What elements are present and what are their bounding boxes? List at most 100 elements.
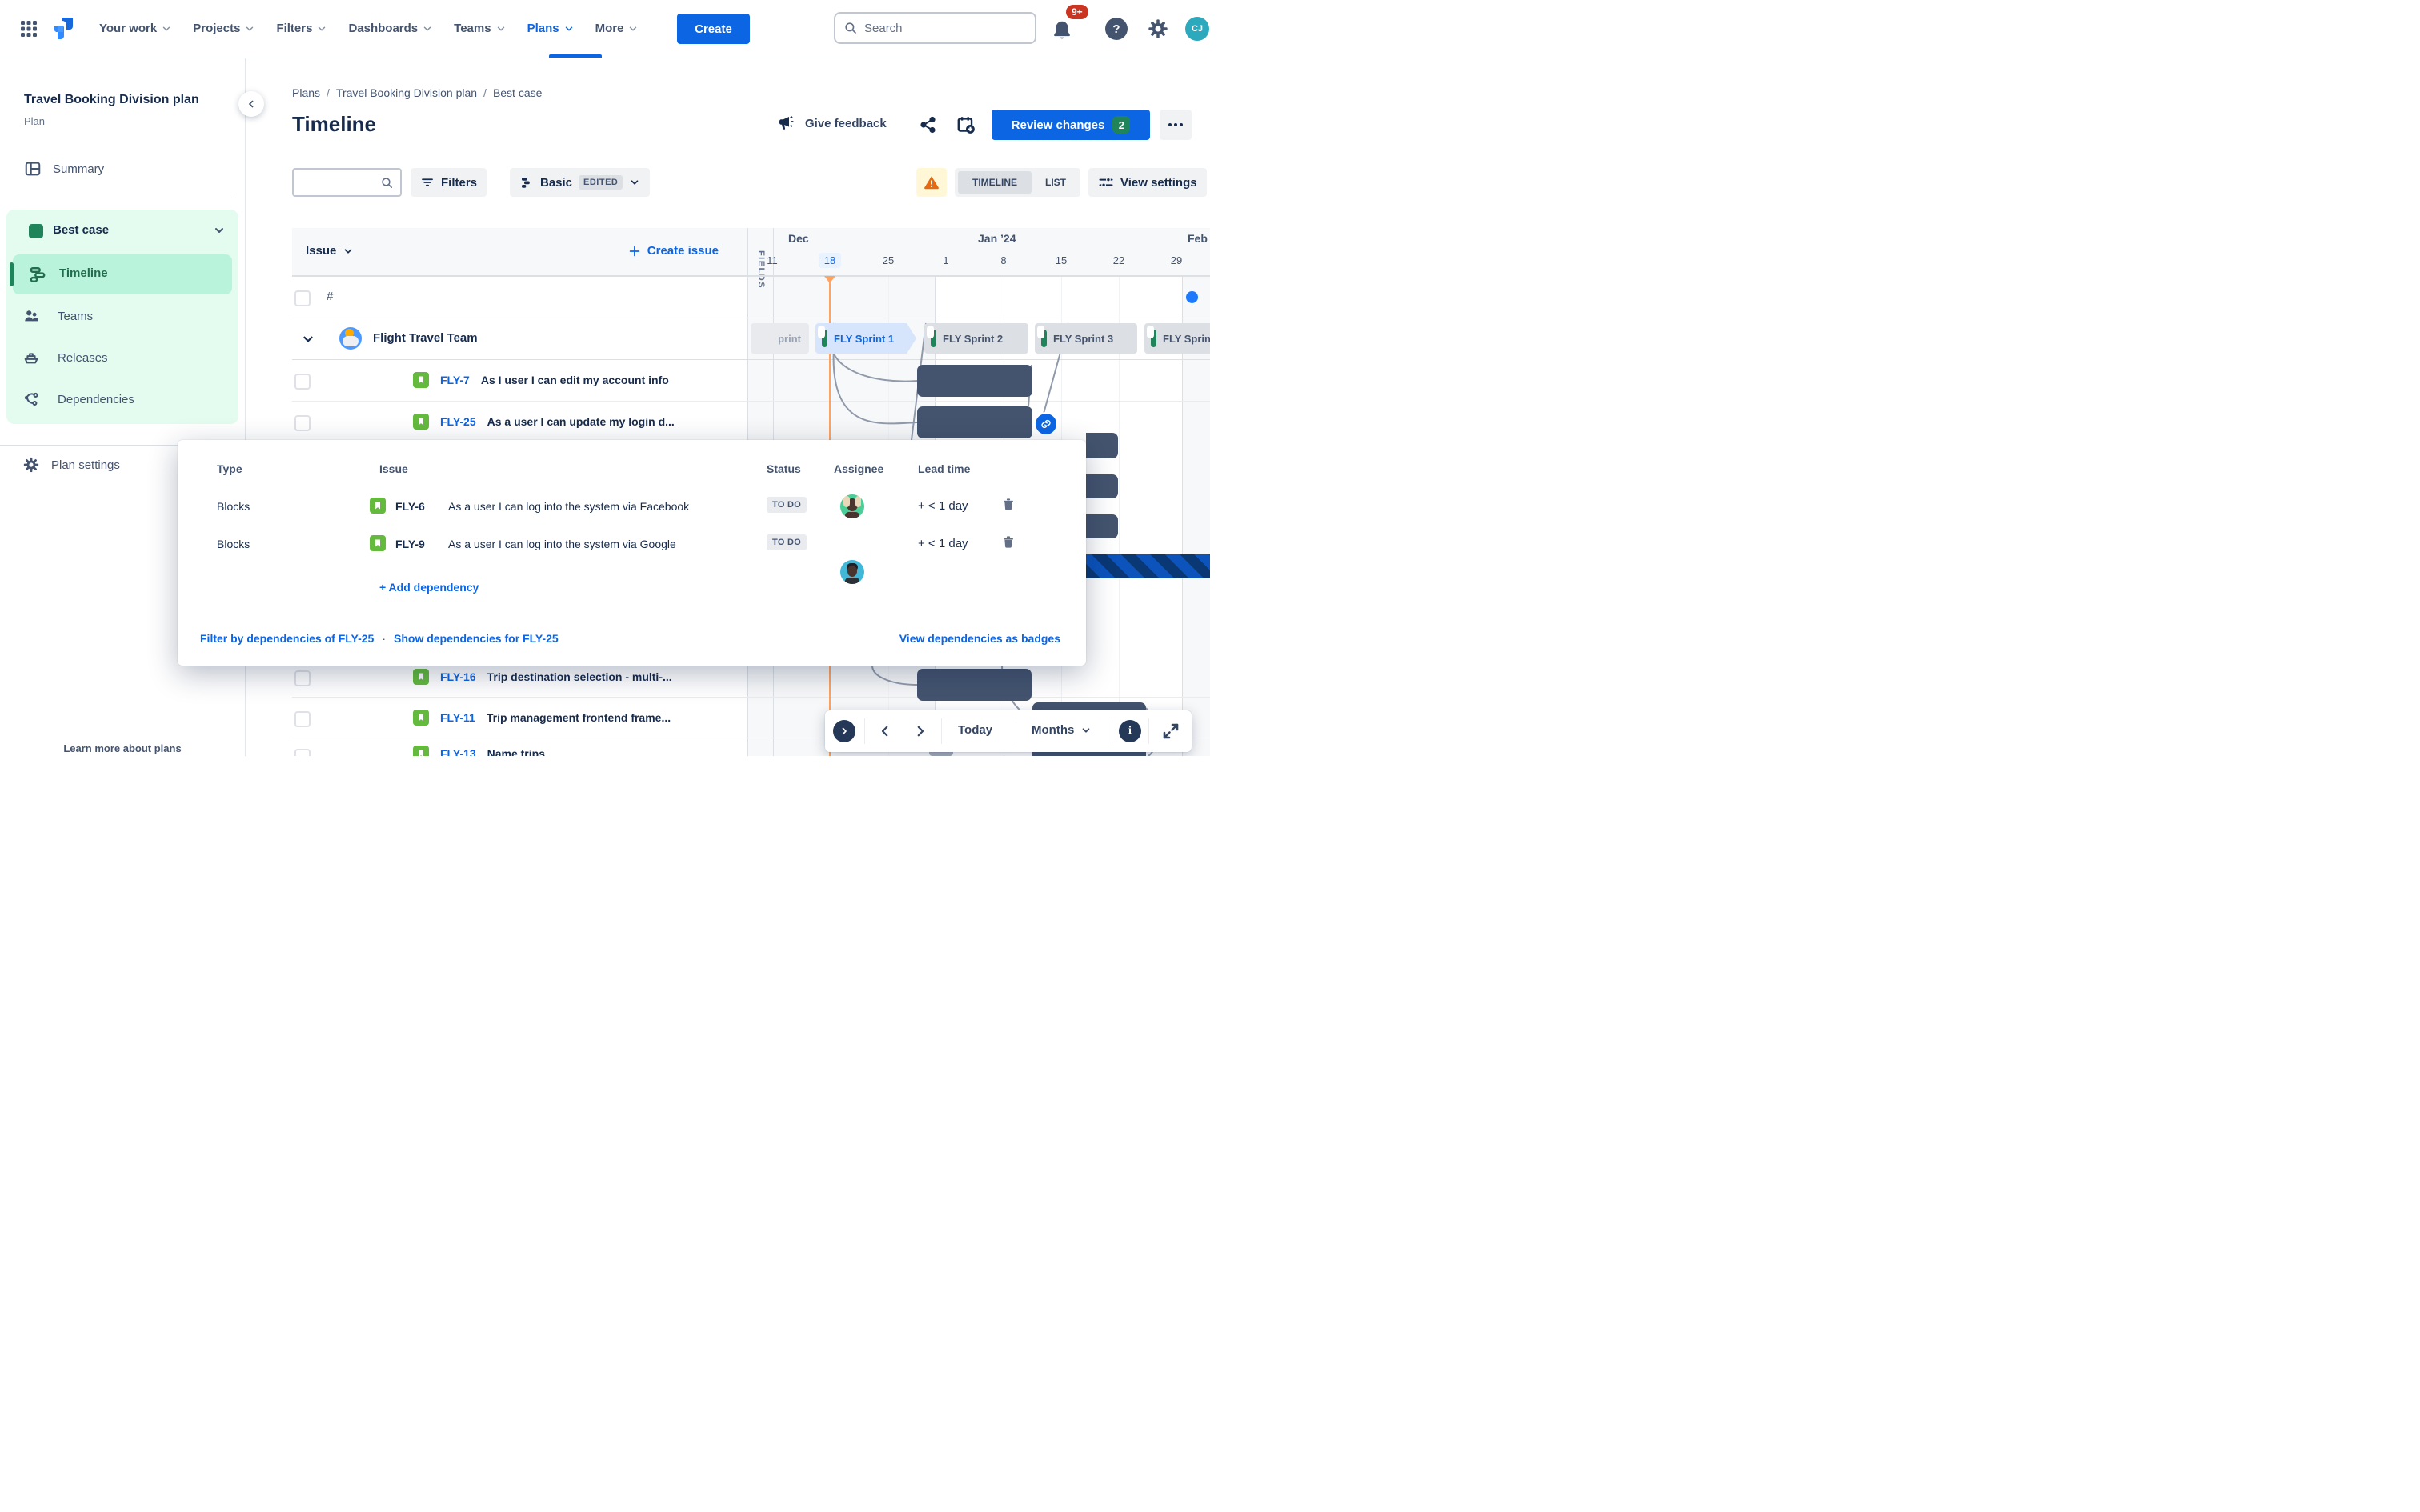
- issue-column-header[interactable]: Issue: [306, 244, 354, 258]
- zoom-level-dropdown[interactable]: Months: [1032, 723, 1092, 737]
- issue-row-fly11[interactable]: FLY-11 Trip management frontend frame...: [413, 710, 671, 726]
- gantt-bar-fly7[interactable]: [917, 365, 1032, 397]
- sprint-bar[interactable]: FLY Sprin: [1144, 323, 1210, 354]
- status-badge[interactable]: TO DO: [767, 534, 807, 550]
- search-input[interactable]: Search: [834, 12, 1036, 44]
- gantt-bar-fly25[interactable]: [917, 406, 1032, 438]
- info-button[interactable]: i: [1119, 720, 1141, 742]
- skip-forward-button[interactable]: [833, 720, 855, 742]
- app-switcher-icon[interactable]: [19, 19, 38, 38]
- issue-row-fly7[interactable]: FLY-7 As I user I can edit my account in…: [413, 372, 669, 388]
- issue-row-fly25[interactable]: FLY-25 As a user I can update my login d…: [413, 414, 675, 430]
- popup-footer-links: Filter by dependencies of FLY-25 · Show …: [200, 632, 559, 645]
- story-type-icon: [413, 372, 429, 388]
- sidebar-collapse-button[interactable]: [238, 91, 264, 117]
- user-avatar[interactable]: CJ: [1185, 17, 1209, 41]
- expand-chevron-icon[interactable]: [301, 332, 315, 346]
- row-checkbox[interactable]: [294, 749, 311, 756]
- chevron-down-icon[interactable]: [213, 224, 226, 237]
- row-checkbox[interactable]: [294, 374, 311, 390]
- issue-row-fly13[interactable]: FLY-13 Name trips: [413, 746, 545, 756]
- scenario-name[interactable]: Best case: [53, 223, 109, 237]
- hash-column-label: #: [327, 290, 334, 303]
- breadcrumb-scenario[interactable]: Best case: [493, 86, 542, 99]
- share-icon[interactable]: [919, 115, 938, 134]
- sidebar-item-timeline[interactable]: Timeline: [10, 254, 232, 294]
- delete-trash-icon[interactable]: [1000, 496, 1016, 512]
- settings-gear-icon[interactable]: [1147, 18, 1169, 40]
- sidebar-item-teams[interactable]: Teams: [22, 307, 93, 325]
- nav-item-plans[interactable]: Plans: [527, 22, 575, 35]
- gantt-bar-fly16[interactable]: [917, 669, 1032, 701]
- date-tick: 8: [1000, 254, 1007, 266]
- releases-ship-icon: [24, 353, 38, 364]
- sidebar-item-dependencies[interactable]: Dependencies: [22, 390, 134, 408]
- sidebar-item-summary[interactable]: Summary: [24, 160, 104, 178]
- toggle-timeline[interactable]: TIMELINE: [958, 171, 1032, 194]
- scroll-left-button[interactable]: [878, 724, 892, 738]
- toggle-list[interactable]: LIST: [1035, 171, 1076, 194]
- sprint-bar-active[interactable]: FLY Sprint 1: [815, 323, 916, 354]
- nav-item-filters[interactable]: Filters: [276, 22, 327, 35]
- create-issue-button[interactable]: Create issue: [628, 244, 719, 258]
- nav-item-more[interactable]: More: [595, 22, 639, 35]
- row-checkbox[interactable]: [294, 711, 311, 727]
- gantt-bar-partial[interactable]: [1086, 474, 1118, 498]
- sprint-bar[interactable]: FLY Sprint 2: [924, 323, 1028, 354]
- issue-row-fly16[interactable]: FLY-16 Trip destination selection - mult…: [413, 669, 672, 685]
- today-button[interactable]: Today: [958, 723, 992, 737]
- jira-logo-icon[interactable]: [51, 16, 75, 42]
- breadcrumb-plans[interactable]: Plans: [292, 86, 320, 99]
- view-settings-button[interactable]: View settings: [1088, 168, 1207, 197]
- chevron-right-icon: [842, 727, 847, 735]
- chevron-down-icon: [565, 26, 572, 31]
- nav-item-projects[interactable]: Projects: [193, 22, 255, 35]
- assignee-avatar[interactable]: [840, 560, 864, 584]
- gantt-bar-partial[interactable]: [1086, 514, 1118, 538]
- calendar-add-icon[interactable]: [956, 114, 976, 135]
- give-feedback-button[interactable]: Give feedback: [778, 114, 887, 133]
- plan-settings-item[interactable]: Plan settings: [22, 456, 120, 474]
- learn-more-link[interactable]: Learn more about plans: [0, 742, 245, 754]
- review-changes-button[interactable]: Review changes 2: [992, 110, 1150, 140]
- issue-search-input[interactable]: [292, 168, 402, 197]
- striped-release-bar[interactable]: [1086, 554, 1210, 578]
- row-checkbox[interactable]: [294, 290, 311, 306]
- show-dependencies-link[interactable]: Show dependencies for FLY-25: [394, 632, 559, 645]
- assignee-avatar[interactable]: [840, 494, 864, 518]
- nav-item-teams[interactable]: Teams: [454, 22, 506, 35]
- team-name[interactable]: Flight Travel Team: [373, 331, 478, 345]
- filter-by-dependencies-link[interactable]: Filter by dependencies of FLY-25: [200, 632, 374, 645]
- add-dependency-link[interactable]: + Add dependency: [379, 581, 479, 594]
- breadcrumb-plan-name[interactable]: Travel Booking Division plan: [336, 86, 477, 99]
- dependency-link-badge[interactable]: [1034, 412, 1058, 436]
- view-dependencies-as-badges-link[interactable]: View dependencies as badges: [899, 632, 1060, 645]
- plan-title: Travel Booking Division plan: [24, 93, 199, 106]
- gantt-bar-partial[interactable]: [1086, 433, 1118, 458]
- more-actions-button[interactable]: [1160, 110, 1192, 140]
- chevron-down-icon: [345, 248, 352, 254]
- nav-item-dashboards[interactable]: Dashboards: [348, 22, 433, 35]
- row-checkbox[interactable]: [294, 415, 311, 431]
- warning-triangle-icon: [924, 176, 939, 190]
- view-mode-button[interactable]: Basic EDITED: [510, 168, 651, 197]
- fullscreen-expand-icon[interactable]: [1161, 722, 1180, 741]
- timeline-dot[interactable]: [1186, 291, 1198, 303]
- status-badge[interactable]: TO DO: [767, 497, 807, 513]
- create-button[interactable]: Create: [677, 14, 750, 44]
- row-checkbox[interactable]: [294, 670, 311, 686]
- warning-button[interactable]: [916, 168, 947, 197]
- filters-button[interactable]: Filters: [411, 168, 487, 197]
- column-lead-time: Lead time: [918, 462, 971, 475]
- breadcrumb: Plans / Travel Booking Division plan / B…: [292, 86, 543, 99]
- timeline-navigation-toolbar: Today Months i: [825, 710, 1192, 752]
- scroll-right-button[interactable]: [913, 724, 928, 738]
- notifications-bell-icon[interactable]: [1050, 18, 1074, 43]
- delete-trash-icon[interactable]: [1000, 534, 1016, 550]
- sprint-bar[interactable]: FLY Sprint 3: [1035, 323, 1137, 354]
- nav-item-your-work[interactable]: Your work: [99, 22, 172, 35]
- sprint-bar-closed[interactable]: print: [751, 323, 809, 354]
- jira-plan-timeline-app: Your work Projects Filters Dashboards Te…: [0, 0, 1210, 756]
- help-icon[interactable]: ?: [1105, 18, 1128, 40]
- sidebar-item-releases[interactable]: Releases: [22, 349, 108, 366]
